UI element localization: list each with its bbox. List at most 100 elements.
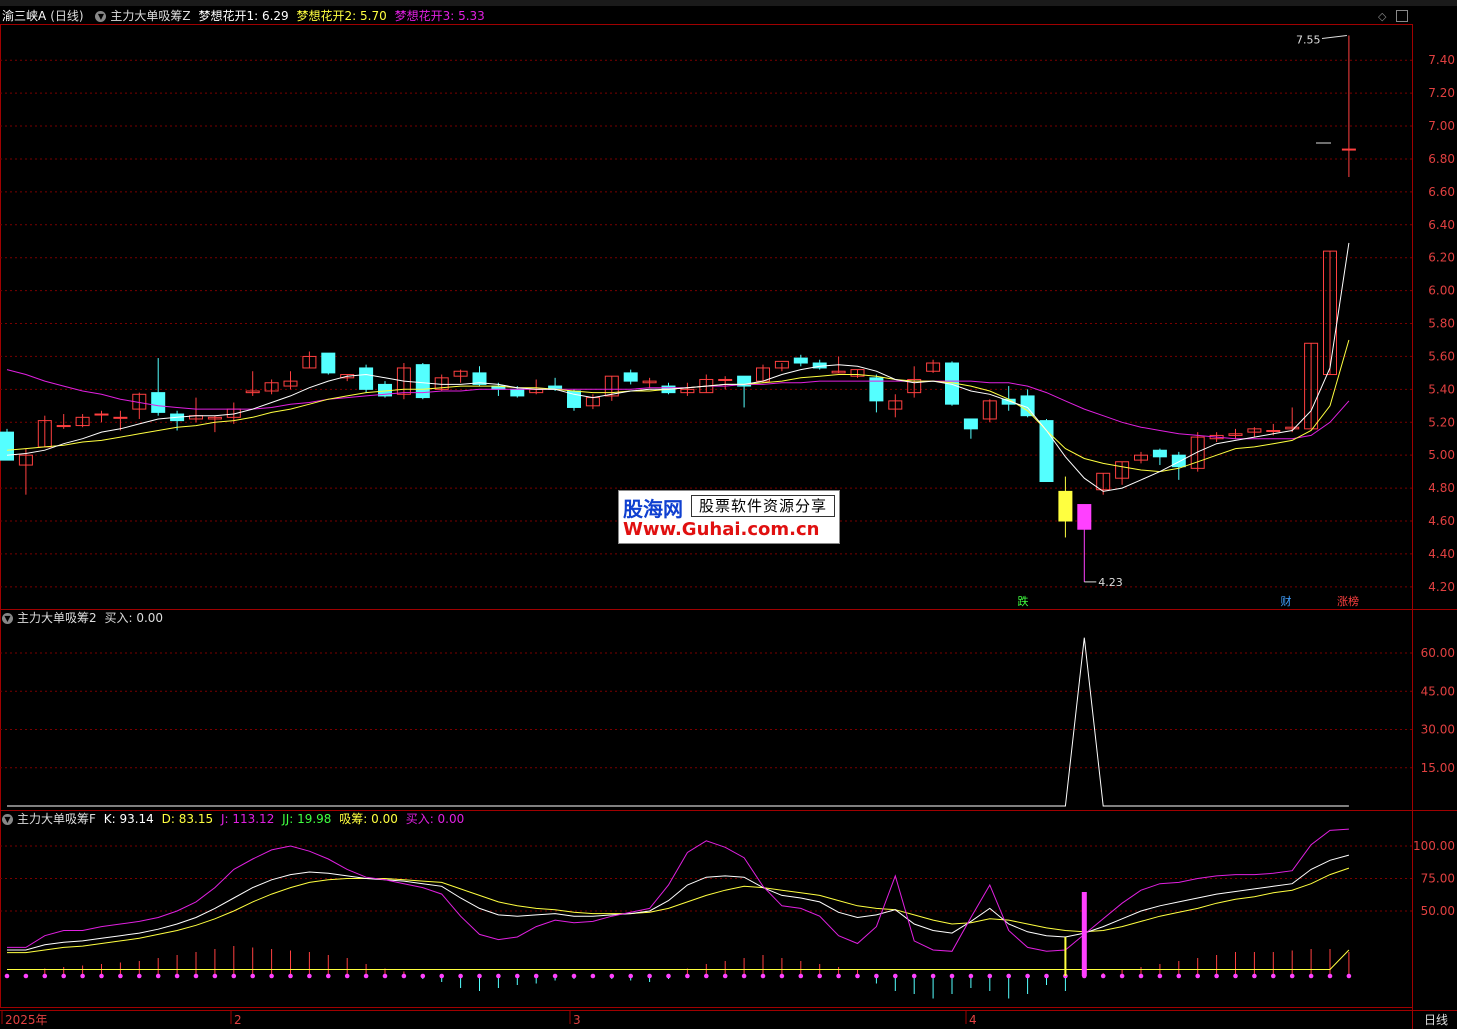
baseline-dot bbox=[1025, 973, 1030, 979]
baseline-dot bbox=[798, 973, 804, 979]
baseline-dot bbox=[666, 973, 671, 979]
ma2-line bbox=[6, 339, 1350, 473]
candle[interactable] bbox=[56, 425, 71, 428]
y-tick-label: 6.60 bbox=[1428, 185, 1455, 199]
candle[interactable] bbox=[1266, 429, 1281, 432]
baseline-dot bbox=[741, 973, 747, 979]
y-tick-label: 5.40 bbox=[1428, 382, 1455, 396]
candle[interactable] bbox=[623, 372, 638, 382]
y-tick-label: 50.00 bbox=[1421, 904, 1455, 918]
candle[interactable] bbox=[510, 388, 525, 397]
candle[interactable] bbox=[151, 392, 166, 413]
candle[interactable] bbox=[359, 367, 374, 390]
ma3-line bbox=[6, 369, 1350, 440]
baseline-dot bbox=[420, 973, 426, 979]
watermark-slogan: 股票软件资源分享 bbox=[691, 495, 835, 517]
event-marker[interactable]: 财 bbox=[1281, 594, 1292, 608]
j-line bbox=[7, 828, 1349, 952]
baseline-dot bbox=[930, 973, 936, 979]
baseline-dot bbox=[439, 973, 445, 979]
baseline-dot bbox=[968, 973, 974, 979]
candle[interactable] bbox=[1171, 454, 1186, 468]
y-tick-label: 6.40 bbox=[1428, 218, 1455, 232]
event-marker[interactable]: 跌 bbox=[1018, 594, 1029, 608]
baseline-dot bbox=[1252, 973, 1257, 979]
baseline-dot bbox=[61, 973, 66, 979]
y-tick-label: 5.20 bbox=[1428, 415, 1455, 429]
baseline-dot bbox=[382, 973, 388, 979]
baseline-dot bbox=[307, 973, 312, 979]
y-tick-label: 6.80 bbox=[1428, 152, 1455, 166]
d-line bbox=[7, 867, 1350, 954]
y-tick-label: 7.40 bbox=[1428, 53, 1455, 67]
candle[interactable] bbox=[963, 418, 978, 430]
watermark-logo: 股海网 bbox=[623, 497, 683, 521]
y-tick-label: 7.00 bbox=[1428, 119, 1455, 133]
candle[interactable] bbox=[1058, 490, 1073, 522]
low-price-label: 4.23 bbox=[1098, 576, 1123, 589]
high-pointer bbox=[1321, 35, 1347, 40]
baseline-dot bbox=[23, 973, 29, 979]
baseline-dot bbox=[193, 973, 199, 979]
baseline-dot bbox=[949, 973, 955, 979]
baseline-dot bbox=[118, 973, 123, 979]
baseline-dot bbox=[42, 973, 48, 979]
baseline-dot bbox=[533, 973, 539, 979]
baseline-dot bbox=[1233, 973, 1238, 979]
candle[interactable] bbox=[1341, 148, 1356, 151]
baseline-dot bbox=[590, 973, 596, 979]
y-tick-label: 75.00 bbox=[1421, 872, 1455, 886]
candle[interactable] bbox=[793, 357, 808, 364]
baseline-dot bbox=[628, 973, 633, 979]
baseline-dot bbox=[874, 973, 879, 979]
x-tick-label: 2025年 bbox=[5, 1013, 48, 1027]
baseline-dot bbox=[4, 973, 10, 979]
y-tick-label: 4.40 bbox=[1428, 547, 1455, 561]
baseline-dot bbox=[137, 973, 142, 979]
y-tick-label: 4.80 bbox=[1428, 481, 1455, 495]
baseline-dot bbox=[288, 973, 293, 979]
y-tick-label: 5.00 bbox=[1428, 448, 1455, 462]
y-tick-label: 5.80 bbox=[1428, 317, 1455, 331]
baseline-dot bbox=[1176, 973, 1182, 979]
candle[interactable] bbox=[1077, 504, 1092, 530]
x-tick-label: 4 bbox=[969, 1013, 977, 1027]
baseline-dot bbox=[571, 973, 577, 979]
event-marker[interactable]: 涨榜 bbox=[1337, 594, 1359, 608]
baseline-dot bbox=[477, 973, 482, 979]
y-tick-label: 4.60 bbox=[1428, 514, 1455, 528]
x-tick-label: 2 bbox=[234, 1013, 242, 1027]
candle[interactable] bbox=[321, 352, 336, 374]
baseline-dot bbox=[250, 973, 255, 979]
baseline-dot bbox=[893, 973, 898, 979]
y-tick-label: 45.00 bbox=[1421, 684, 1455, 698]
y-tick-label: 6.20 bbox=[1428, 251, 1455, 265]
candle[interactable] bbox=[718, 378, 733, 381]
y-tick-label: 7.20 bbox=[1428, 86, 1455, 100]
baseline-dot bbox=[1271, 973, 1276, 979]
period-button[interactable]: 日线 bbox=[1424, 1013, 1448, 1027]
y-tick-label: 6.00 bbox=[1428, 284, 1455, 298]
baseline-dot bbox=[685, 973, 690, 979]
y-tick-label: 5.60 bbox=[1428, 349, 1455, 363]
ma1-line bbox=[6, 242, 1350, 492]
candle[interactable] bbox=[1152, 449, 1167, 458]
baseline-dot bbox=[855, 973, 860, 979]
candle[interactable] bbox=[113, 416, 128, 419]
baseline-dot bbox=[401, 973, 407, 979]
baseline-dot bbox=[552, 973, 558, 979]
baseline-dot bbox=[1044, 973, 1049, 979]
candle[interactable] bbox=[94, 413, 109, 416]
baseline-dot bbox=[911, 973, 917, 979]
high-price-label: 7.55 bbox=[1296, 34, 1321, 47]
y-tick-label: 60.00 bbox=[1421, 646, 1455, 660]
baseline-dot bbox=[760, 973, 766, 979]
baseline-dot bbox=[1327, 973, 1333, 979]
baseline-dot bbox=[326, 973, 331, 979]
baseline-dot bbox=[269, 973, 274, 979]
baseline-dot bbox=[1195, 973, 1200, 979]
baseline-dot bbox=[1100, 973, 1106, 979]
baseline-dot bbox=[1157, 973, 1163, 979]
baseline-dot bbox=[1214, 973, 1219, 979]
candle[interactable] bbox=[0, 431, 14, 461]
